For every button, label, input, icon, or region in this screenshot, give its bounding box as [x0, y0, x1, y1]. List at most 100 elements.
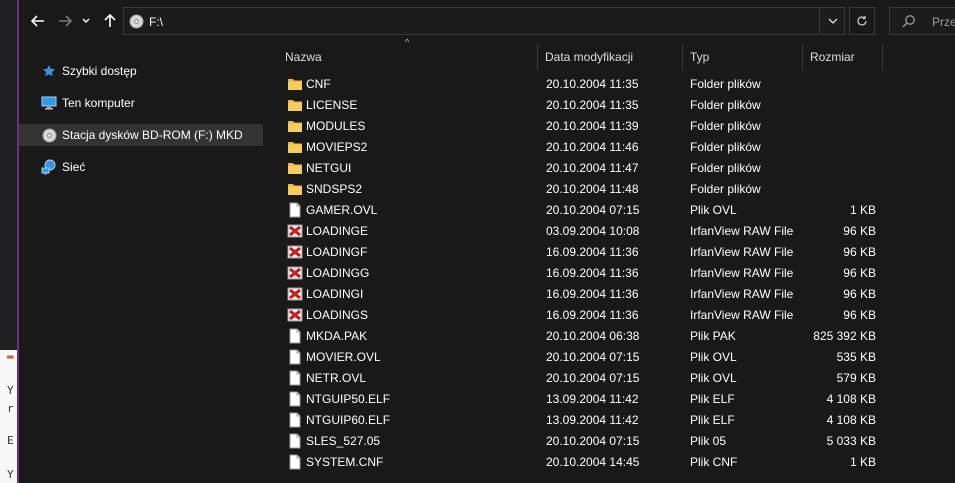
file-type: Plik OVL [690, 371, 737, 385]
navigation-pane: Szybki dostęp Ten komputer Stacja dysków… [19, 44, 266, 483]
column-header-date[interactable]: Data modyfikacji [538, 44, 683, 70]
file-type: Folder plików [690, 77, 761, 91]
file-type: Plik 05 [690, 434, 727, 448]
file-type: Folder plików [690, 161, 761, 175]
irfanview-icon [287, 265, 303, 281]
file-date: 16.09.2004 11:36 [546, 245, 639, 259]
file-size [804, 179, 876, 200]
folder-row[interactable]: CNF 20.10.2004 11:35 Folder plików [266, 74, 886, 95]
file-row[interactable]: LOADINGS 16.09.2004 11:36 IrfanView RAW Fi… [266, 305, 886, 326]
file-name: LOADINGF [306, 245, 368, 259]
back-button[interactable] [27, 10, 49, 32]
file-icon [287, 454, 303, 470]
file-row[interactable]: LOADINGE 03.09.2004 10:08 IrfanView RAW Fi… [266, 221, 886, 242]
irfanview-icon [287, 307, 303, 323]
refresh-button[interactable] [849, 7, 875, 35]
file-row[interactable]: SLES_527.05 20.10.2004 07:15 Plik 05 5 033 … [266, 431, 886, 452]
file-row[interactable]: NETR.OVL 20.10.2004 07:15 Plik OVL 579 KB [266, 368, 886, 389]
file-type: Folder plików [690, 119, 761, 133]
nav-item-label: Sieć [62, 160, 86, 174]
background-text: E [7, 434, 14, 447]
file-name: NETR.OVL [306, 371, 367, 385]
background-marker: ▬ [7, 350, 14, 363]
background-text: Y [7, 384, 14, 397]
column-header-type[interactable]: Typ [683, 44, 803, 70]
file-size: 825 392 KB [813, 329, 876, 343]
up-button[interactable] [99, 10, 121, 32]
nav-item-network[interactable]: Sieć [19, 156, 263, 178]
file-date: 20.10.2004 07:15 [546, 203, 640, 217]
address-bar[interactable]: F:\ [123, 7, 845, 35]
file-list: ^ Nazwa Data modyfikacji Typ Rozmiar CNF… [266, 37, 955, 483]
search-box[interactable]: Przes [889, 7, 955, 35]
address-toolbar: F:\ Przes [19, 0, 955, 44]
folder-icon [287, 160, 303, 176]
file-row[interactable]: LOADINGF 16.09.2004 11:36 IrfanView RAW Fi… [266, 242, 886, 263]
file-row[interactable]: NTGUIP60.ELF 13.09.2004 11:42 Plik ELF 4 10… [266, 410, 886, 431]
up-arrow-icon [104, 14, 116, 27]
nav-item-label: Ten komputer [62, 96, 135, 110]
file-type: IrfanView RAW File [690, 308, 794, 322]
background-text: r [7, 402, 14, 415]
file-date: 20.10.2004 11:35 [546, 77, 639, 91]
chevron-down-icon [82, 18, 90, 23]
file-name: SNDSPS2 [306, 182, 363, 196]
file-name: LOADINGE [306, 224, 369, 238]
nav-item-this-pc[interactable]: Ten komputer [19, 92, 263, 114]
file-size: 579 KB [836, 371, 876, 385]
forward-button[interactable] [54, 10, 76, 32]
irfanview-icon [287, 244, 303, 260]
nav-item-bd-rom-drive[interactable]: Stacja dysków BD-ROM (F:) MKD [19, 124, 263, 146]
address-dropdown-button[interactable] [819, 7, 845, 35]
back-arrow-icon [31, 15, 44, 27]
file-row[interactable]: MKDA.PAK 20.10.2004 06:38 Plik PAK 825 392 … [266, 326, 886, 347]
file-icon [287, 328, 303, 344]
folder-row[interactable]: MODULES 20.10.2004 11:39 Folder plików [266, 116, 886, 137]
file-type: Plik ELF [690, 392, 735, 406]
file-row[interactable]: SYSTEM.CNF 20.10.2004 14:45 Plik CNF 1 KB [266, 452, 886, 473]
irfanview-icon [287, 223, 303, 239]
file-date: 20.10.2004 06:38 [546, 329, 640, 343]
file-row[interactable]: MOVIER.OVL 20.10.2004 07:15 Plik OVL 535 KB [266, 347, 886, 368]
star-icon [41, 63, 57, 79]
recent-locations-button[interactable] [79, 10, 93, 32]
file-date: 13.09.2004 11:42 [546, 413, 639, 427]
file-row[interactable]: NTGUIP50.ELF 13.09.2004 11:42 Plik ELF 4 10… [266, 389, 886, 410]
folder-row[interactable]: SNDSPS2 20.10.2004 11:48 Folder plików [266, 179, 886, 200]
column-header-name[interactable]: Nazwa [278, 44, 538, 70]
search-placeholder: Przes [932, 15, 955, 29]
file-date: 16.09.2004 11:36 [546, 287, 639, 301]
column-header-size[interactable]: Rozmiar [803, 44, 883, 70]
background-window-edge: ▬ Y r E Y [0, 0, 18, 483]
irfanview-icon [287, 286, 303, 302]
search-icon [902, 15, 915, 28]
file-name: MODULES [306, 119, 366, 133]
folder-row[interactable]: MOVIEPS2 20.10.2004 11:46 Folder plików [266, 137, 886, 158]
nav-item-quick-access[interactable]: Szybki dostęp [19, 60, 263, 82]
file-name: MOVIEPS2 [306, 140, 368, 154]
file-size [804, 158, 876, 179]
file-date: 20.10.2004 07:15 [546, 434, 640, 448]
file-type: IrfanView RAW File [690, 224, 794, 238]
file-name: LOADINGS [306, 308, 369, 322]
file-row[interactable]: GAMER.OVL 20.10.2004 07:15 Plik OVL 1 KB [266, 200, 886, 221]
file-size [804, 116, 876, 137]
folder-row[interactable]: NETGUI 20.10.2004 11:47 Folder plików [266, 158, 886, 179]
file-row[interactable]: LOADINGG 16.09.2004 11:36 IrfanView RAW Fi… [266, 263, 886, 284]
background-text: Y [7, 468, 14, 481]
folder-row[interactable]: LICENSE 20.10.2004 11:35 Folder plików [266, 95, 886, 116]
file-date: 13.09.2004 11:42 [546, 392, 639, 406]
file-row[interactable]: LOADINGI 16.09.2004 11:36 IrfanView RAW Fi… [266, 284, 886, 305]
file-icon [287, 433, 303, 449]
file-date: 16.09.2004 11:36 [546, 308, 639, 322]
file-date: 20.10.2004 07:15 [546, 350, 640, 364]
file-name: NTGUIP50.ELF [306, 392, 391, 406]
file-name: SYSTEM.CNF [306, 455, 384, 469]
file-icon [287, 202, 303, 218]
file-type: Plik OVL [690, 203, 737, 217]
file-name: MKDA.PAK [306, 329, 368, 343]
forward-arrow-icon [59, 15, 72, 27]
folder-icon [287, 139, 303, 155]
file-name: LICENSE [306, 98, 358, 112]
file-size: 96 KB [843, 245, 876, 259]
